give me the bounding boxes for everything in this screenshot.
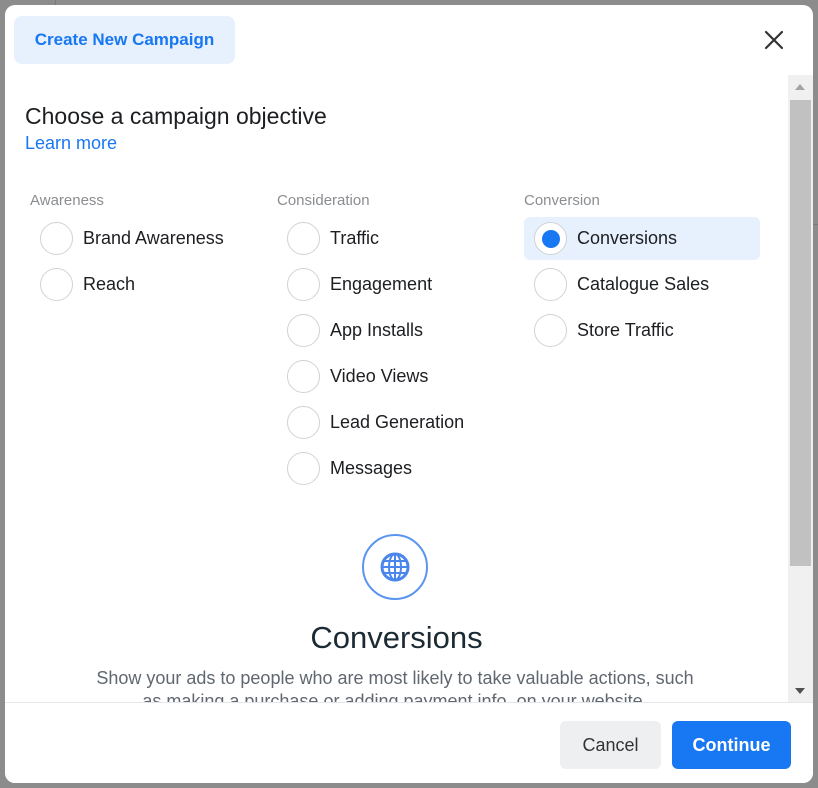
close-icon (764, 30, 784, 50)
objective-column-consideration: Consideration Traffic Engagement App Ins… (277, 192, 517, 493)
objective-option-messages[interactable]: Messages (277, 447, 513, 490)
objective-column-conversion: Conversion Conversions Catalogue Sales S… (524, 192, 764, 355)
option-label: Brand Awareness (83, 228, 224, 248)
objective-detail-icon (362, 534, 428, 600)
objective-column-awareness: Awareness Brand Awareness Reach (30, 192, 270, 309)
option-label: Reach (83, 274, 136, 294)
objective-option-brand-awareness[interactable]: Brand Awareness (30, 217, 266, 260)
create-campaign-dialog: Create New Campaign Choose a campaign ob… (5, 5, 813, 783)
radio-button[interactable] (287, 268, 320, 301)
objective-option-lead-generation[interactable]: Lead Generation (277, 401, 513, 444)
column-label: Awareness (30, 192, 104, 209)
radio-button[interactable] (287, 314, 320, 347)
cancel-button[interactable]: Cancel (560, 721, 661, 769)
column-label: Conversion (524, 192, 600, 209)
objective-scroll-area: Choose a campaign objective Learn more A… (5, 75, 788, 702)
radio-button[interactable] (40, 222, 73, 255)
objective-option-traffic[interactable]: Traffic (277, 217, 513, 260)
scrollbar[interactable] (788, 75, 813, 702)
option-label: Catalogue Sales (577, 274, 710, 294)
objective-heading: Choose a campaign objective (25, 103, 327, 129)
objective-option-video-views[interactable]: Video Views (277, 355, 513, 398)
objective-option-app-installs[interactable]: App Installs (277, 309, 513, 352)
objective-option-store-traffic[interactable]: Store Traffic (524, 309, 760, 352)
radio-button[interactable] (287, 360, 320, 393)
objective-option-catalogue-sales[interactable]: Catalogue Sales (524, 263, 760, 306)
objective-option-reach[interactable]: Reach (30, 263, 266, 306)
radio-button[interactable] (287, 222, 320, 255)
radio-selected-dot (541, 229, 560, 248)
option-label: Lead Generation (330, 412, 465, 432)
radio-button-selected[interactable] (534, 222, 567, 255)
radio-button[interactable] (287, 406, 320, 439)
option-label: Traffic (330, 228, 380, 248)
option-label: Conversions (577, 228, 678, 248)
continue-button[interactable]: Continue (672, 721, 791, 769)
option-label: Store Traffic (577, 320, 674, 340)
objective-option-conversions[interactable]: Conversions (524, 217, 760, 260)
scroll-down-arrow-icon[interactable] (795, 688, 805, 694)
scroll-up-arrow-icon[interactable] (795, 84, 805, 90)
radio-button[interactable] (40, 268, 73, 301)
close-button[interactable] (760, 26, 788, 54)
option-label: App Installs (330, 320, 424, 340)
option-label: Engagement (330, 274, 433, 294)
learn-more-link[interactable]: Learn more (25, 133, 117, 154)
option-label: Video Views (330, 366, 429, 386)
scrollbar-thumb[interactable] (790, 100, 811, 566)
globe-icon (380, 552, 410, 582)
objective-detail-description: Show your ads to people who are most lik… (96, 668, 694, 702)
objective-option-engagement[interactable]: Engagement (277, 263, 513, 306)
dialog-header-title: Create New Campaign (14, 16, 235, 64)
objective-detail-title: Conversions (310, 620, 483, 655)
column-label: Consideration (277, 192, 370, 209)
radio-button[interactable] (534, 314, 567, 347)
radio-button[interactable] (287, 452, 320, 485)
dialog-footer: Cancel Continue (5, 702, 813, 783)
option-label: Messages (330, 458, 413, 478)
radio-button[interactable] (534, 268, 567, 301)
